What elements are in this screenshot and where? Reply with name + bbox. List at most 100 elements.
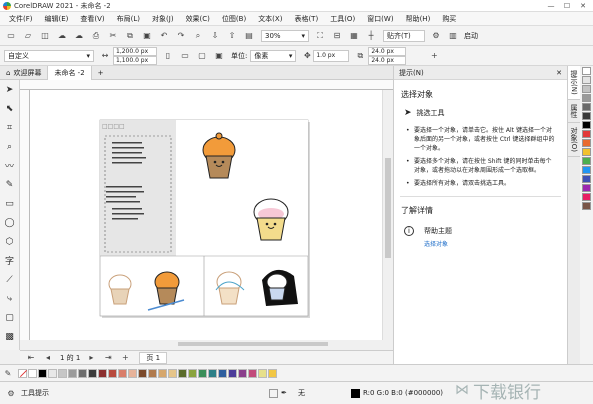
gear-icon[interactable]: ⚙	[5, 387, 17, 399]
vertical-ruler[interactable]	[20, 90, 30, 340]
shape-tool-icon[interactable]: ⬉	[0, 99, 19, 118]
launch-icon[interactable]: ▥	[447, 30, 459, 42]
color-swatch[interactable]	[582, 85, 591, 93]
last-page-icon[interactable]: ⇥	[102, 352, 114, 364]
rulers-icon[interactable]: ⊟	[331, 30, 343, 42]
vertical-scrollbar[interactable]	[382, 90, 393, 340]
menu-text[interactable]: 文本(X)	[255, 13, 285, 25]
maximize-button[interactable]: ☐	[559, 0, 575, 12]
pick-tool-icon[interactable]: ➤	[0, 80, 19, 99]
color-swatch[interactable]	[582, 175, 591, 183]
close-button[interactable]: ✕	[575, 0, 591, 12]
color-swatch[interactable]	[208, 368, 217, 378]
horizontal-ruler[interactable]	[20, 80, 393, 90]
paste-icon[interactable]: ▣	[141, 30, 153, 42]
no-color-swatch[interactable]	[18, 368, 28, 378]
freehand-tool-icon[interactable]: 〰	[0, 156, 19, 175]
color-swatch[interactable]	[258, 368, 267, 378]
page-height-input[interactable]: 1,100.0 px	[113, 55, 157, 65]
cloud-upload-icon[interactable]: ☁	[56, 30, 68, 42]
side-tab-objects[interactable]: 对象(O)	[568, 123, 580, 157]
color-swatch[interactable]	[582, 157, 591, 165]
zoom-tool-icon[interactable]: ⌕	[0, 137, 19, 156]
save-icon[interactable]: ◫	[39, 30, 51, 42]
color-swatch[interactable]	[98, 368, 107, 378]
menu-layout[interactable]: 布局(L)	[114, 13, 143, 25]
menu-buy[interactable]: 购买	[439, 13, 459, 25]
color-swatch[interactable]	[582, 76, 591, 84]
color-swatch[interactable]	[582, 148, 591, 156]
print-icon[interactable]: ⎙	[90, 30, 102, 42]
gear-icon[interactable]: ⚙	[430, 30, 442, 42]
open-icon[interactable]: ▱	[22, 30, 34, 42]
color-swatch[interactable]	[582, 94, 591, 102]
add-icon[interactable]: +	[428, 50, 440, 62]
parallel-dimension-icon[interactable]: ⟋	[0, 270, 19, 289]
color-swatch[interactable]	[582, 121, 591, 129]
color-swatch[interactable]	[168, 368, 177, 378]
zoom-select[interactable]: 30% ▾	[261, 29, 309, 42]
nudge-distance-input[interactable]: 1.0 px	[313, 49, 350, 62]
eyedropper-icon[interactable]: ✎	[2, 367, 14, 379]
tab-document[interactable]: 未命名 -2	[48, 65, 92, 80]
text-tool-icon[interactable]: 字	[0, 251, 19, 270]
vertical-scroll-thumb[interactable]	[385, 158, 391, 258]
color-swatch[interactable]	[178, 368, 187, 378]
menu-file[interactable]: 文件(F)	[6, 13, 36, 25]
color-swatch[interactable]	[582, 103, 591, 111]
next-page-icon[interactable]: ▸	[85, 352, 97, 364]
landscape-icon[interactable]: ▭	[179, 50, 191, 62]
menu-bitmaps[interactable]: 位图(B)	[219, 13, 249, 25]
color-swatch[interactable]	[238, 368, 247, 378]
color-swatch[interactable]	[28, 368, 37, 378]
color-swatch[interactable]	[148, 368, 157, 378]
undo-icon[interactable]: ↶	[158, 30, 170, 42]
color-swatch[interactable]	[582, 202, 591, 210]
page-preset-select[interactable]: 自定义 ▾	[4, 49, 94, 62]
color-swatch[interactable]	[78, 368, 87, 378]
color-swatch[interactable]	[48, 368, 57, 378]
full-screen-icon[interactable]: ⛶	[314, 30, 326, 42]
copy-icon[interactable]: ⧉	[124, 30, 136, 42]
horizontal-scroll-thumb[interactable]	[178, 342, 328, 346]
cloud-download-icon[interactable]: ☁	[73, 30, 85, 42]
tab-welcome[interactable]: ⌂ 欢迎屏幕	[0, 65, 49, 80]
menu-view[interactable]: 查看(V)	[77, 13, 107, 25]
drawing-canvas[interactable]: □□□□	[30, 90, 382, 340]
add-page-icon[interactable]: +	[119, 352, 131, 364]
crop-tool-icon[interactable]: ⌗	[0, 118, 19, 137]
menu-tools[interactable]: 工具(O)	[327, 13, 358, 25]
color-swatch[interactable]	[58, 368, 67, 378]
search-icon[interactable]: ⌕	[192, 30, 204, 42]
color-swatch[interactable]	[582, 139, 591, 147]
all-pages-icon[interactable]: ▢	[196, 50, 208, 62]
transparency-tool-icon[interactable]: ▩	[0, 327, 19, 346]
color-swatch[interactable]	[68, 368, 77, 378]
help-link[interactable]: 选择对象	[424, 239, 452, 248]
color-swatch[interactable]	[248, 368, 257, 378]
color-swatch[interactable]	[582, 112, 591, 120]
color-swatch[interactable]	[158, 368, 167, 378]
menu-effects[interactable]: 效果(C)	[183, 13, 213, 25]
guidelines-icon[interactable]: ┼	[365, 30, 377, 42]
minimize-button[interactable]: —	[543, 0, 559, 12]
unit-select[interactable]: 像素 ▾	[250, 49, 297, 62]
color-swatch[interactable]	[582, 193, 591, 201]
color-swatch[interactable]	[128, 368, 137, 378]
prev-page-icon[interactable]: ◂	[42, 352, 54, 364]
color-swatch[interactable]	[582, 184, 591, 192]
publish-pdf-icon[interactable]: ▤	[243, 30, 255, 42]
first-page-icon[interactable]: ⇤	[25, 352, 37, 364]
rectangle-tool-icon[interactable]: ▭	[0, 194, 19, 213]
side-tab-properties[interactable]: 属性	[568, 100, 580, 123]
page-width-input[interactable]: 1,200.0 px	[113, 46, 157, 56]
horizontal-scrollbar[interactable]	[178, 340, 382, 348]
current-page-icon[interactable]: ▣	[213, 50, 225, 62]
redo-icon[interactable]: ↷	[175, 30, 187, 42]
color-swatch[interactable]	[582, 130, 591, 138]
cut-icon[interactable]: ✂	[107, 30, 119, 42]
menu-help[interactable]: 帮助(H)	[403, 13, 434, 25]
export-icon[interactable]: ⇧	[226, 30, 238, 42]
color-swatch[interactable]	[268, 368, 277, 378]
shadow-tool-icon[interactable]: ▢	[0, 308, 19, 327]
